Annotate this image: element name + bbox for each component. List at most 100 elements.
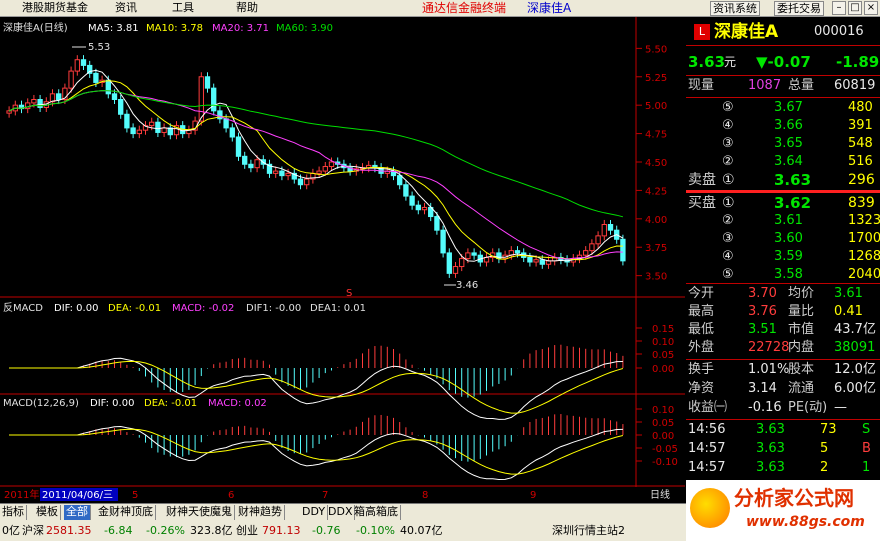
fundamental-label: 换手 (688, 362, 715, 377)
price-tick-label: 4.50 (645, 158, 667, 169)
panel2-title: 反MACD (3, 302, 43, 314)
stat-label: 最高 (688, 304, 715, 319)
candle-body (322, 166, 328, 172)
sell-row[interactable]: ③ 3.65 548 (686, 135, 880, 153)
stat-row: 最低 3.51 市值 43.7亿 (686, 321, 880, 339)
candle-body (607, 224, 614, 231)
candle-body (409, 195, 415, 206)
panel2-tick-label: 0.15 (652, 324, 674, 335)
sell-row-price: 3.64 (774, 154, 803, 169)
price-pct: -1.89 (836, 53, 880, 71)
buy-row[interactable]: ⑤ 3.58 2040 (686, 266, 880, 284)
buy-row[interactable]: ④ 3.59 1268 (686, 248, 880, 266)
sell-row-volume: 548 (848, 136, 873, 151)
trade-button[interactable]: 委托交易 (774, 1, 824, 16)
moving-average-lines (8, 69, 624, 262)
tab-4[interactable]: 财神天使魔鬼 (164, 505, 235, 520)
buy-row-level: ⑤ (722, 267, 734, 282)
tick-direction: S (862, 422, 871, 437)
menu-tools[interactable]: 工具 (172, 1, 194, 15)
buy-row-volume: 2040 (848, 267, 880, 282)
panel2-dif1: DIF1: -0.00 (246, 303, 301, 314)
selected-date: 2011/04/06/三 (42, 490, 113, 501)
panel3-title: MACD(12,26,9) (3, 398, 79, 409)
tick-direction: B (862, 441, 871, 456)
close-icon[interactable]: × (864, 1, 878, 15)
candle-body (198, 76, 204, 122)
candle-body (130, 127, 136, 135)
tab-3[interactable]: 金财神顶底 (96, 505, 156, 520)
panel3-dif: DIF: 0.00 (90, 398, 134, 409)
month-label-7: 7 (322, 490, 328, 501)
buy-row-price: 3.60 (774, 231, 803, 246)
kline-chart[interactable]: 5.50 5.25 5.00 4.75 4.50 4.25 4.00 3.75 3.50 0.1… (0, 17, 685, 503)
panel3-tick-label: 0.05 (652, 418, 674, 429)
tick-direction: 1 (862, 460, 871, 475)
month-label-2011: 2011年 (4, 488, 39, 501)
minimize-icon[interactable]: – (832, 1, 846, 15)
panel2-dif: DIF: 0.00 (54, 303, 98, 314)
buy-row[interactable]: ② 3.61 1323 (686, 212, 880, 230)
stock-title: 深康佳A (527, 1, 572, 15)
tick-row: 14:57 3.63 5 B (686, 440, 880, 458)
sell1-price[interactable]: 3.63 (774, 171, 811, 189)
price-tick-label: 5.50 (645, 44, 667, 55)
buy-row[interactable]: ③ 3.60 1700 (686, 230, 880, 248)
candle-body (37, 99, 43, 108)
menu-news[interactable]: 资讯 (115, 1, 137, 15)
sh-index-amount: 323.8亿 (190, 524, 233, 537)
buy-row-level: ④ (722, 249, 734, 264)
panel3-dea-line (9, 428, 624, 475)
candle-body (434, 216, 440, 231)
fundamental-label: 净资 (688, 381, 715, 396)
candle-body (279, 170, 285, 177)
candle-body (403, 184, 409, 197)
tab-8[interactable]: 箱高箱底 (352, 505, 401, 520)
candle-body (533, 259, 539, 263)
fundamental-row: 净资 3.14 流通 6.00亿 (686, 380, 880, 398)
fundamental-label: 股本 (788, 362, 815, 377)
cy-index-label: 创业 (236, 524, 258, 537)
buy-row-level: ③ (722, 231, 734, 246)
stat-row: 最高 3.76 量比 0.41 (686, 303, 880, 321)
fundamental-value: 6.00亿 (834, 381, 876, 396)
fundamental-value: -0.16 (748, 400, 782, 415)
cy-index-value: 791.13 (262, 524, 301, 537)
panel2-dif-line (9, 357, 623, 420)
cy-index-change: -0.76 (312, 524, 341, 537)
sell-row[interactable]: ② 3.64 516 (686, 153, 880, 171)
price-tick-label: 4.75 (645, 130, 667, 141)
tab-2[interactable]: 全部 (64, 505, 91, 520)
candle-body (68, 70, 74, 89)
candle-body (254, 159, 260, 169)
tab-0[interactable]: 指标 (0, 505, 27, 520)
stat-value: 22728 (748, 340, 790, 355)
menu-help[interactable]: 帮助 (236, 1, 258, 15)
tick-price: 3.63 (756, 441, 785, 456)
server-station[interactable]: 深圳行情主站2 (552, 521, 625, 541)
stat-value: 3.61 (834, 286, 863, 301)
news-system-button[interactable]: 资讯系统 (710, 1, 760, 16)
stat-value: 0.41 (834, 304, 863, 319)
tab-5[interactable]: 财神趋势 (236, 505, 285, 520)
buy-row-price: 3.59 (774, 249, 803, 264)
panel2-macd: MACD: -0.02 (172, 303, 234, 314)
price-tick-label: 5.25 (645, 73, 667, 84)
stat-value: 3.76 (748, 304, 777, 319)
tab-6[interactable]: DDY (300, 505, 329, 520)
period-label[interactable]: 日线 (650, 488, 670, 501)
stat-label: 市值 (788, 322, 815, 337)
tab-1[interactable]: 模板 (34, 505, 61, 520)
sell-row-price: 3.67 (774, 100, 803, 115)
month-label-6: 6 (228, 490, 234, 501)
menu-futures[interactable]: 港股期货基金 (22, 1, 88, 15)
sell1-label: 卖盘 (688, 172, 716, 188)
stat-label: 内盘 (788, 340, 815, 355)
restore-icon[interactable]: □ (848, 1, 862, 15)
candle-body (56, 93, 62, 101)
candle-body (465, 252, 471, 260)
sell-row[interactable]: ④ 3.66 391 (686, 117, 880, 135)
sell-row[interactable]: ⑤ 3.67 480 (686, 99, 880, 117)
tick-row: 14:56 3.63 73 S (686, 421, 880, 439)
buy1-price[interactable]: 3.62 (774, 194, 811, 212)
